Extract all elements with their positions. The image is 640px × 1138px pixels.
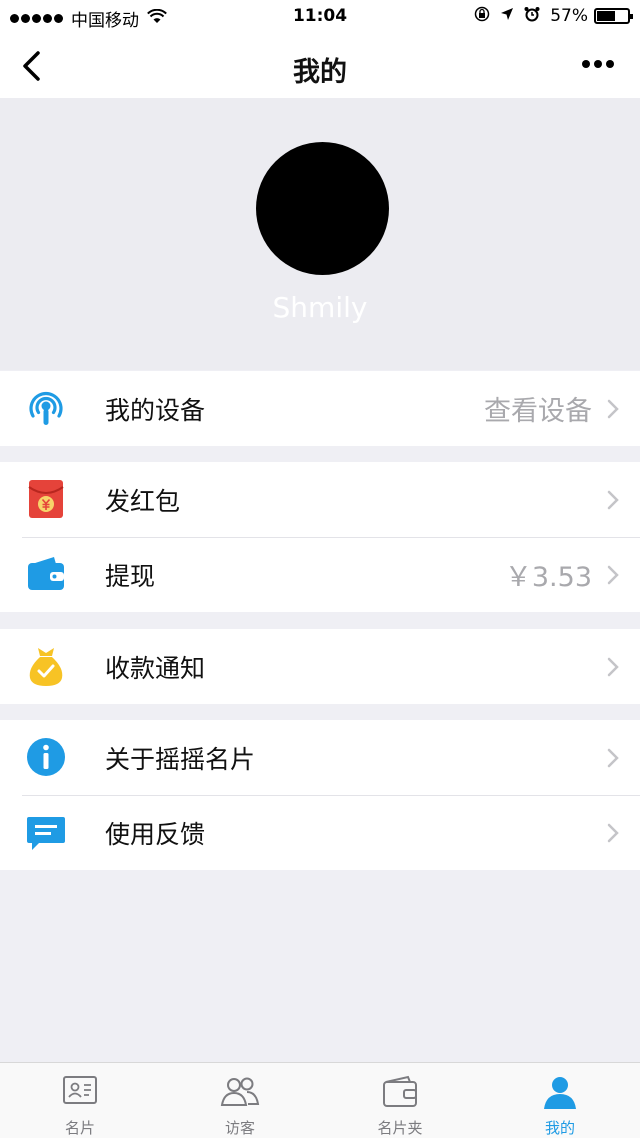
menu-item-my-devices[interactable]: 我的设备 查看设备 [0, 371, 640, 446]
broadcast-icon [29, 391, 63, 425]
menu-item-label: 提现 [105, 561, 156, 591]
menu-item-payment-notice[interactable]: 收款通知 [0, 629, 640, 704]
chevron-right-icon [607, 399, 619, 418]
chevron-right-icon [607, 823, 619, 842]
tab-bar: 名片 访客 名片夹 我的 [0, 1062, 640, 1138]
status-right: 57% [474, 6, 633, 26]
tab-label: 访客 [224, 1119, 255, 1137]
menu-item-label: 收款通知 [105, 653, 206, 683]
battery-percent: 57% [550, 6, 588, 26]
menu-group-about: 关于摇摇名片 使用反馈 [0, 720, 640, 870]
menu-item-label: 使用反馈 [105, 819, 206, 849]
feedback-icon [27, 817, 65, 850]
chevron-right-icon [607, 748, 619, 767]
avatar[interactable] [256, 142, 389, 275]
menu-item-value: ￥3.53 [504, 562, 592, 593]
chevron-left-icon [23, 51, 40, 81]
tab-visitors[interactable]: 访客 [160, 1063, 320, 1138]
visitors-icon [220, 1077, 260, 1106]
page-title: 我的 [293, 57, 347, 88]
chevron-right-icon [607, 490, 619, 509]
tab-card-holder[interactable]: 名片夹 [320, 1063, 480, 1138]
status-bar: 中国移动 11:04 57% [0, 0, 640, 34]
info-icon [27, 738, 65, 776]
menu-item-about[interactable]: 关于摇摇名片 [0, 720, 640, 795]
wallet-icon [28, 557, 64, 590]
menu-item-feedback[interactable]: 使用反馈 [0, 795, 640, 870]
menu-item-label: 关于摇摇名片 [105, 744, 256, 774]
tab-mine[interactable]: 我的 [480, 1063, 640, 1138]
menu-group-notifications: 收款通知 [0, 629, 640, 704]
location-icon [500, 7, 514, 25]
profile-header: Shmily [0, 98, 640, 370]
menu-item-send-red-envelope[interactable]: 发红包 [0, 462, 640, 537]
money-bag-icon [29, 648, 63, 686]
tab-card[interactable]: 名片 [0, 1063, 160, 1138]
menu-item-value: 查看设备 [484, 396, 592, 427]
menu-group-devices: 我的设备 查看设备 [0, 371, 640, 446]
user-icon [544, 1077, 576, 1109]
alarm-icon [524, 6, 540, 26]
red-envelope-icon [28, 480, 64, 518]
rotation-lock-icon [474, 6, 490, 26]
more-dot-icon [582, 60, 590, 68]
menu-item-withdraw[interactable]: 提现 ￥3.53 [0, 537, 640, 612]
tab-label: 名片 [64, 1119, 95, 1137]
back-button[interactable] [18, 50, 46, 82]
tab-label: 我的 [544, 1119, 575, 1137]
chevron-right-icon [607, 657, 619, 676]
battery-icon [594, 8, 633, 24]
card-icon [63, 1076, 97, 1104]
username: Shmily [272, 291, 368, 324]
menu-item-label: 发红包 [105, 486, 181, 516]
more-button[interactable] [578, 60, 614, 68]
card-holder-icon [383, 1075, 417, 1107]
nav-bar: 我的 [0, 34, 640, 98]
menu-item-label: 我的设备 [105, 395, 206, 425]
menu-group-money: 发红包 提现 ￥3.53 [0, 462, 640, 612]
tab-label: 名片夹 [377, 1119, 423, 1137]
chevron-right-icon [607, 565, 619, 584]
